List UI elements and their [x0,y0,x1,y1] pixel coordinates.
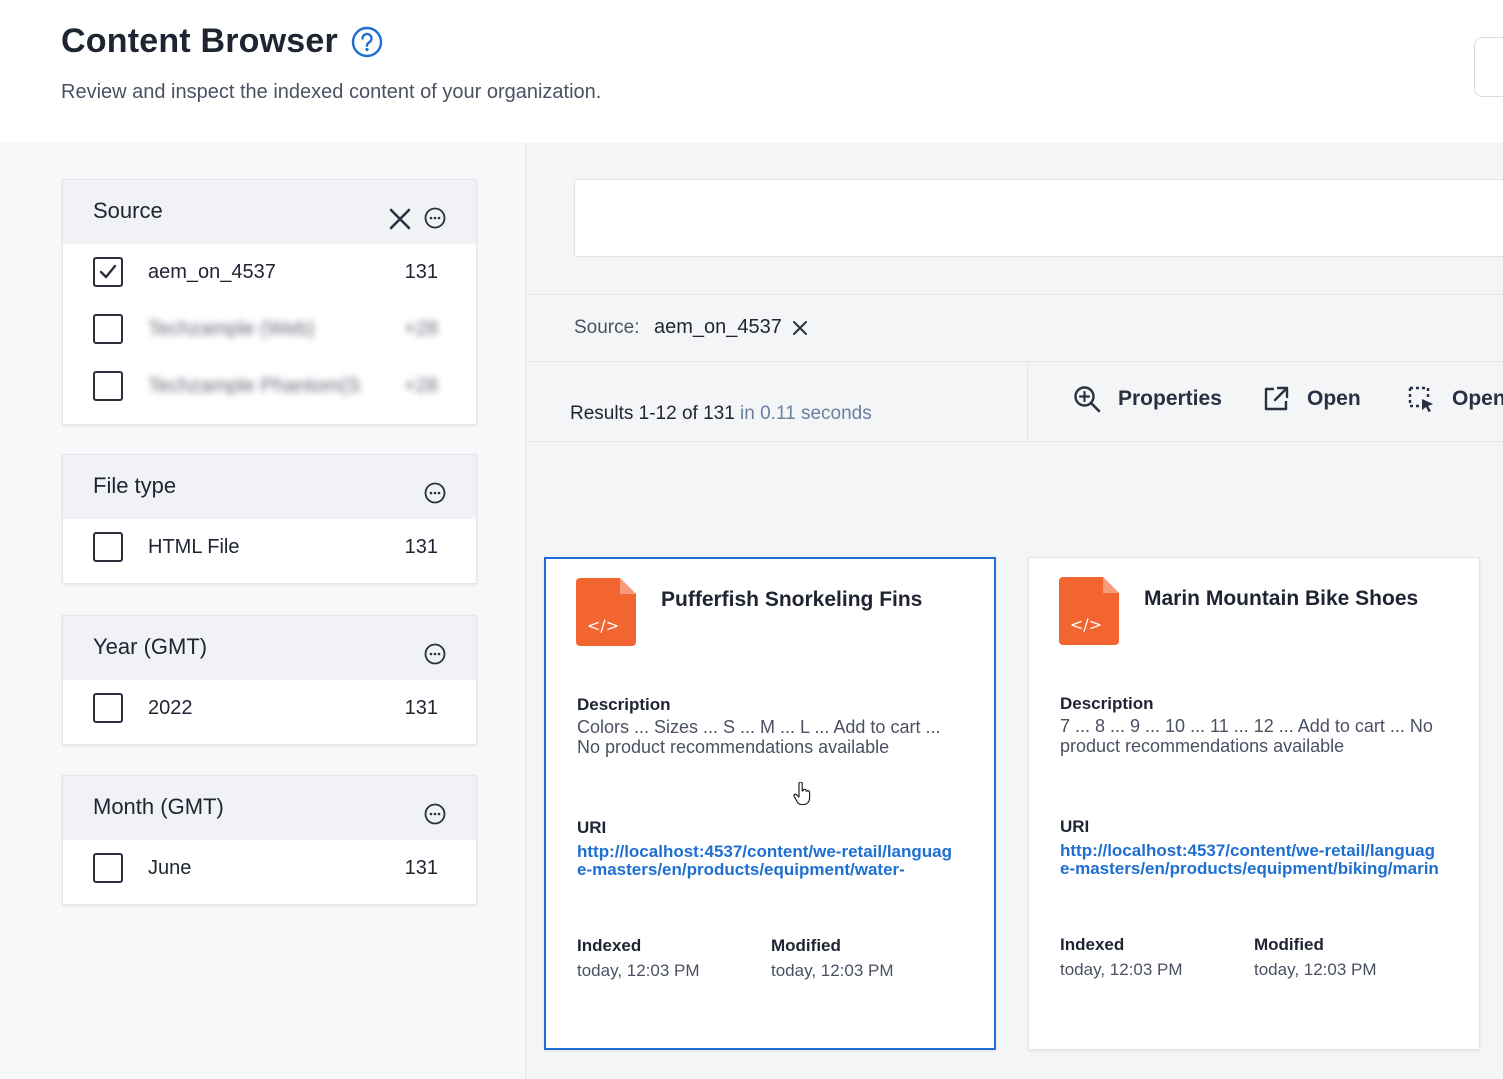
facet-value-row[interactable]: June 131 [63,840,476,897]
facet-value-count: +28 [404,375,438,397]
facet-value-count: 131 [404,697,438,719]
external-link-icon [1261,384,1291,414]
facet-title: Source [93,198,163,223]
modified-value: today, 12:03 PM [771,961,894,980]
close-icon[interactable] [388,207,412,231]
facet-header: Source [63,180,476,244]
more-options-icon[interactable] [424,482,446,504]
help-icon[interactable] [351,26,383,58]
description-label: Description [1060,694,1154,713]
header-action-button[interactable] [1474,37,1503,97]
breadcrumb: Source: aem_on_4537 [526,294,1503,362]
page-header: Content Browser Review and inspect the i… [0,0,1503,144]
html-file-icon: </> [576,578,638,646]
checkbox[interactable] [93,314,123,344]
modified-value: today, 12:03 PM [1254,960,1377,979]
facet-title: Year (GMT) [93,634,208,659]
svg-text:</>: </> [1070,615,1102,634]
result-card[interactable]: </> Pufferfish Snorkeling Fins Descripti… [544,557,996,1050]
results-summary: Results 1-12 of 131 in 0.11 seconds [570,403,872,425]
result-uri-link[interactable]: http://localhost:4537/content/we-retail/… [1060,842,1440,878]
uri-label: URI [1060,817,1090,836]
facet-value-label: Techzample (Web) [148,318,315,340]
result-description: Colors ... Sizes ... S ... M ... L ... A… [577,717,941,757]
result-uri-link[interactable]: http://localhost:4537/content/we-retail/… [577,843,957,879]
facet-value-count: 131 [404,536,438,558]
svg-text:</>: </> [587,616,619,635]
facet-panel: Source aem_on_4537 131 Techzample (Web) … [0,143,526,1079]
facet-title: Month (GMT) [93,794,224,819]
page-title: Content Browser [61,22,338,60]
facet-value-label: 2022 [148,697,193,719]
modified-label: Modified [1254,935,1324,954]
facet-value-label: June [148,857,192,879]
open-button[interactable]: Open [1261,384,1361,414]
facet-value-count: 131 [404,261,438,283]
facet-header: Month (GMT) [63,776,476,840]
result-card[interactable]: </> Marin Mountain Bike Shoes Descriptio… [1028,557,1480,1050]
select-area-icon [1406,384,1436,414]
breadcrumb-label: Source: [574,317,640,338]
facet-month: Month (GMT) June 131 [62,775,477,905]
open-in-browser-button[interactable]: Open [1406,384,1503,414]
zoom-in-icon [1072,384,1102,414]
breadcrumb-value: aem_on_4537 [654,316,782,338]
modified-label: Modified [771,936,841,955]
results-area: Source: aem_on_4537 Results 1-12 of 131 … [526,143,1503,1079]
facet-value-label: Techzample Phantom(S [148,375,361,397]
description-label: Description [577,695,671,714]
more-options-icon[interactable] [424,643,446,665]
uri-label: URI [577,818,607,837]
facet-file-type: File type HTML File 131 [62,454,477,584]
facet-value-row[interactable]: aem_on_4537 131 [63,244,476,301]
result-description: 7 ... 8 ... 9 ... 10 ... 11 ... 12 ... A… [1060,716,1433,756]
more-options-icon[interactable] [424,207,446,229]
open-in-browser-label: Open [1452,387,1503,410]
hand-cursor-icon [793,781,811,811]
facet-value-row[interactable]: Techzample Phantom(S +28 [63,358,476,415]
page-subtitle: Review and inspect the indexed content o… [61,81,602,103]
checkbox[interactable] [93,532,123,562]
facet-header: Year (GMT) [63,616,476,680]
indexed-value: today, 12:03 PM [577,961,700,980]
facet-value-count: +28 [404,318,438,340]
result-title[interactable]: Marin Mountain Bike Shoes [1144,587,1418,611]
facet-value-label: aem_on_4537 [148,261,276,283]
properties-label: Properties [1118,387,1222,410]
facet-value-row[interactable]: Techzample (Web) +28 [63,301,476,358]
facet-source: Source aem_on_4537 131 Techzample (Web) … [62,179,477,425]
facet-value-row[interactable]: 2022 131 [63,680,476,737]
checkbox[interactable] [93,371,123,401]
checkbox-checked[interactable] [93,257,123,287]
facet-title: File type [93,473,177,498]
search-input[interactable] [574,179,1503,257]
open-label: Open [1307,387,1361,410]
facet-year: Year (GMT) 2022 131 [62,615,477,745]
results-count: Results 1-12 of 131 [570,403,735,424]
more-options-icon[interactable] [424,803,446,825]
result-title[interactable]: Pufferfish Snorkeling Fins [661,588,922,612]
divider [1027,361,1028,440]
facet-value-count: 131 [404,857,438,879]
results-timing: in 0.11 seconds [740,403,872,424]
html-file-icon: </> [1059,577,1121,645]
checkbox[interactable] [93,853,123,883]
remove-filter-icon[interactable] [792,320,808,336]
indexed-label: Indexed [1060,935,1125,954]
facet-value-row[interactable]: HTML File 131 [63,519,476,576]
results-toolbar: Results 1-12 of 131 in 0.11 seconds Prop… [526,361,1503,442]
indexed-label: Indexed [577,936,642,955]
facet-header: File type [63,455,476,519]
facet-value-label: HTML File [148,536,240,558]
indexed-value: today, 12:03 PM [1060,960,1183,979]
properties-button[interactable]: Properties [1072,384,1222,414]
checkbox[interactable] [93,693,123,723]
